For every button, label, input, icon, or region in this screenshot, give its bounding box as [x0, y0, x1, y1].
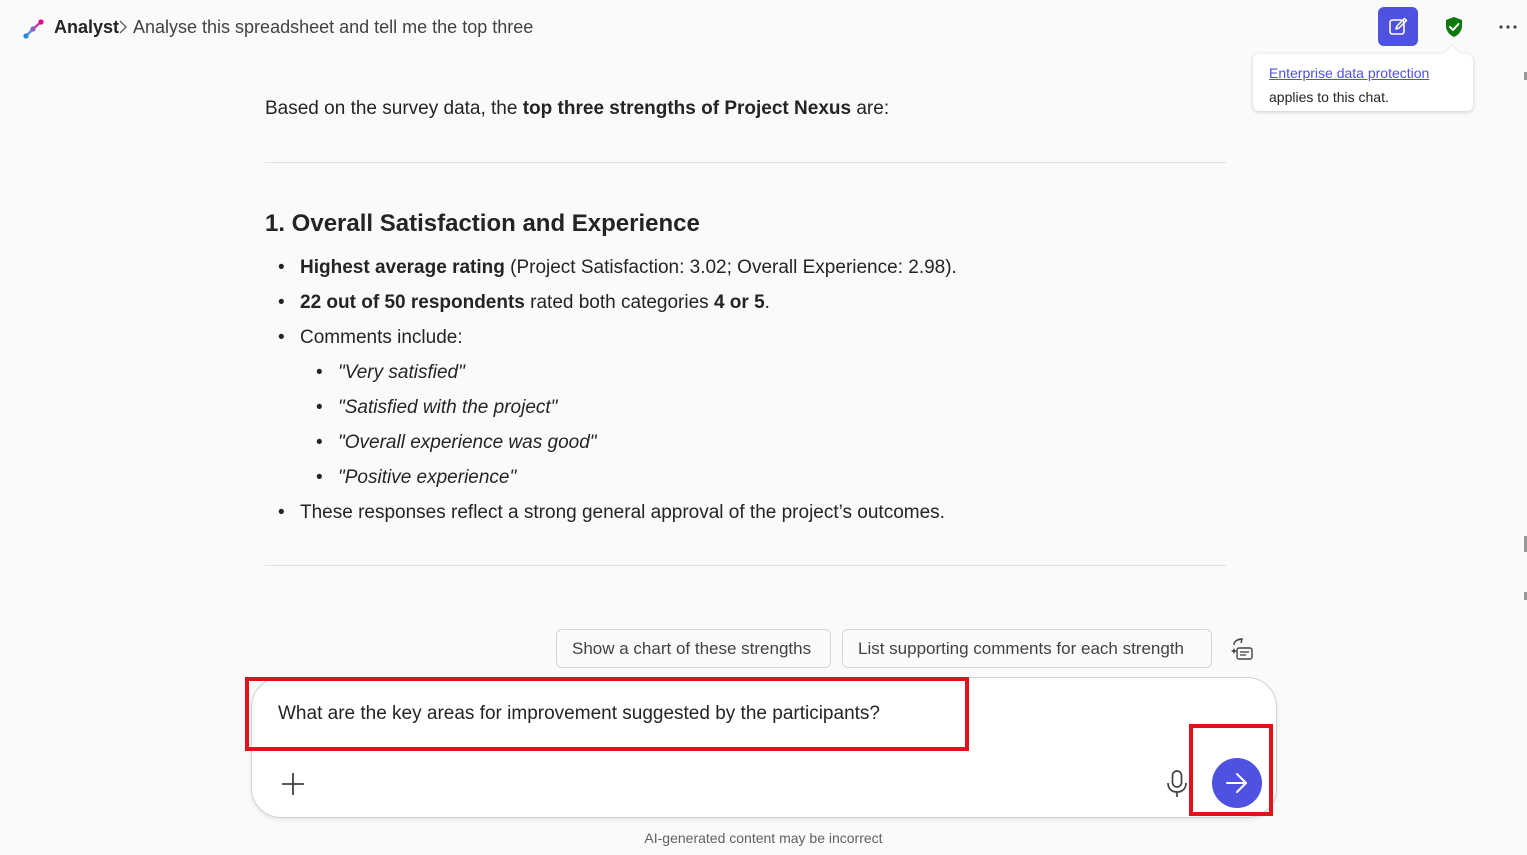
- new-chat-icon: [1389, 17, 1408, 35]
- list-item: • Comments include:: [278, 327, 463, 348]
- response-intro: Based on the survey data, the top three …: [265, 98, 890, 119]
- enterprise-protection-button[interactable]: [1441, 14, 1467, 40]
- suggestion-chip-comments[interactable]: List supporting comments for each streng…: [842, 629, 1212, 668]
- enterprise-protection-link[interactable]: Enterprise data protection: [1269, 61, 1457, 85]
- comment-item: • "Very satisfied": [316, 362, 465, 383]
- send-highlight-box: [1189, 724, 1273, 816]
- microphone-icon[interactable]: [1164, 769, 1190, 799]
- divider: [265, 565, 1226, 566]
- comment-item: • "Satisfied with the project": [316, 397, 558, 418]
- refresh-suggestions-icon[interactable]: [1229, 636, 1255, 662]
- suggestion-chip-chart[interactable]: Show a chart of these strengths: [556, 629, 831, 668]
- new-chat-button[interactable]: [1378, 7, 1418, 46]
- input-highlight-box: [245, 677, 969, 751]
- chevron-right-icon: [119, 20, 127, 34]
- add-attachment-icon[interactable]: [280, 771, 306, 797]
- app-name[interactable]: Analyst: [54, 17, 119, 38]
- more-icon: [1499, 25, 1517, 29]
- shield-check-icon: [1446, 17, 1462, 37]
- enterprise-protection-tooltip: Enterprise data protection applies to th…: [1253, 54, 1473, 111]
- top-bar: Analyst Analyse this spreadsheet and tel…: [0, 0, 1527, 56]
- divider: [265, 162, 1226, 163]
- comment-item: • "Positive experience": [316, 467, 517, 488]
- list-item: • These responses reflect a strong genera…: [278, 502, 945, 523]
- chat-title[interactable]: Analyse this spreadsheet and tell me the…: [133, 17, 533, 38]
- tooltip-text: applies to this chat.: [1269, 89, 1389, 105]
- list-item: • Highest average rating (Project Satisfa…: [278, 257, 957, 278]
- more-options-button[interactable]: [1494, 14, 1522, 40]
- list-item: • 22 out of 50 respondents rated both cat…: [278, 292, 770, 313]
- section-heading: 1. Overall Satisfaction and Experience: [265, 210, 700, 237]
- ai-disclaimer: AI-generated content may be incorrect: [644, 830, 883, 846]
- analyst-logo-icon: [23, 19, 44, 39]
- comment-item: • "Overall experience was good": [316, 432, 597, 453]
